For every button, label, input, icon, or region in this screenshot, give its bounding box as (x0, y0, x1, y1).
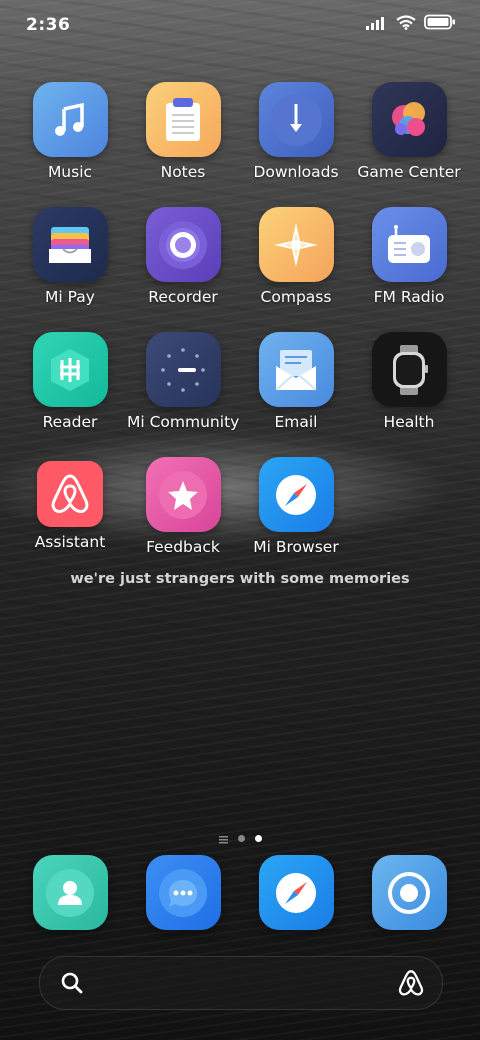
dock (0, 855, 480, 931)
wallpaper-quote: we're just strangers with some memories (70, 571, 410, 587)
app-label: Mi Browser (253, 538, 339, 556)
status-bar: 2:36 (0, 0, 480, 52)
dock-camera[interactable] (353, 855, 465, 930)
radio-icon (371, 207, 447, 282)
compass-icon (258, 207, 334, 282)
notes-icon (145, 82, 221, 157)
browser-compass-icon (258, 457, 334, 532)
app-label: Compass (260, 288, 332, 306)
camera-icon (371, 855, 447, 930)
app-fm-radio[interactable]: FM Radio (353, 207, 465, 306)
app-assistant[interactable]: Assistant (14, 457, 126, 551)
browser-icon (258, 855, 334, 930)
app-game-center[interactable]: Game Center (353, 82, 465, 181)
app-compass[interactable]: Compass (240, 207, 352, 306)
app-label: Assistant (34, 533, 106, 551)
page-indicator[interactable] (0, 829, 480, 848)
app-email[interactable]: Email (240, 332, 352, 431)
page-dot-active[interactable] (254, 835, 262, 842)
dock-contacts[interactable] (14, 855, 126, 930)
signal-icon (366, 15, 388, 34)
app-label: Health (383, 413, 435, 431)
app-label: Email (274, 413, 318, 431)
watch-icon (371, 332, 447, 407)
app-mi-browser[interactable]: Mi Browser (240, 457, 352, 556)
contacts-icon (32, 855, 108, 930)
app-notes[interactable]: Notes (127, 82, 239, 181)
app-label: Reader (42, 413, 98, 431)
search-bar[interactable] (39, 956, 443, 1010)
reader-icon (32, 332, 108, 407)
app-downloads[interactable]: Downloads (240, 82, 352, 181)
page-dot[interactable] (237, 835, 245, 842)
battery-icon (424, 14, 456, 34)
star-icon (145, 457, 221, 532)
community-icon (145, 332, 221, 407)
app-health[interactable]: Health (353, 332, 465, 431)
search-icon[interactable] (60, 971, 84, 999)
app-reader[interactable]: Reader (14, 332, 126, 431)
app-label: FM Radio (373, 288, 445, 306)
app-label: Notes (160, 163, 206, 181)
app-mi-community[interactable]: Mi Community (127, 332, 239, 431)
app-label: Music (47, 163, 93, 181)
app-recorder[interactable]: Recorder (127, 207, 239, 306)
app-feedback[interactable]: Feedback (127, 457, 239, 556)
airbnb-icon (37, 461, 103, 527)
wallet-icon (32, 207, 108, 282)
app-music[interactable]: Music (14, 82, 126, 181)
app-label: Game Center (357, 163, 461, 181)
status-icons (366, 14, 456, 34)
downloads-icon (258, 82, 334, 157)
status-time: 2:36 (26, 15, 71, 35)
recorder-icon (145, 207, 221, 282)
app-label: Recorder (148, 288, 218, 306)
wifi-icon (396, 14, 416, 34)
game-center-icon (371, 82, 447, 157)
music-icon (32, 82, 108, 157)
messages-icon (145, 855, 221, 930)
dock-browser[interactable] (240, 855, 352, 930)
app-label: Feedback (146, 538, 220, 556)
assistant-icon[interactable] (398, 969, 424, 1001)
app-label: Mi Pay (45, 288, 95, 306)
app-label: Mi Community (127, 413, 240, 431)
email-icon (258, 332, 334, 407)
menu-lines-icon[interactable] (218, 829, 228, 848)
app-mi-pay[interactable]: Mi Pay (14, 207, 126, 306)
dock-messages[interactable] (127, 855, 239, 930)
app-label: Downloads (253, 163, 339, 181)
